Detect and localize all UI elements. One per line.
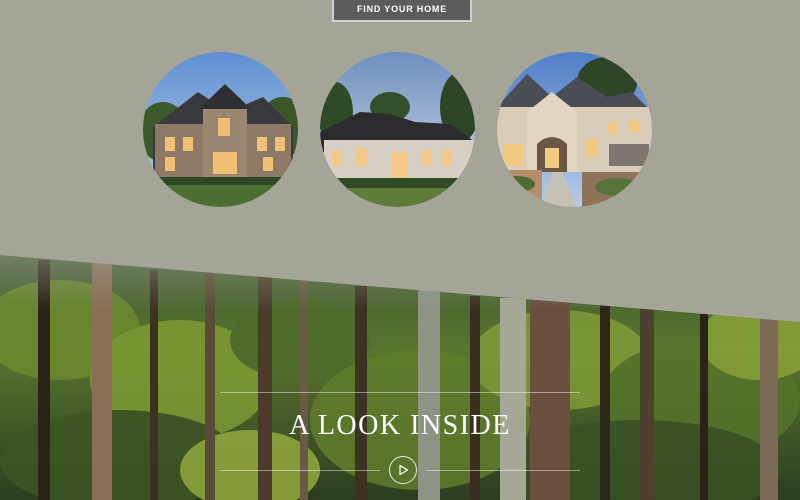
play-button[interactable] xyxy=(389,456,417,484)
home-photo-cream[interactable] xyxy=(497,52,652,207)
title-top-rule xyxy=(220,392,580,393)
home-photo-stucco[interactable] xyxy=(320,52,475,207)
find-your-home-button[interactable]: FIND YOUR HOME xyxy=(332,0,472,22)
play-circle-icon xyxy=(399,464,409,476)
title-left-rule xyxy=(220,470,380,471)
home-photo-stone[interactable] xyxy=(143,52,298,207)
section-title: A LOOK INSIDE xyxy=(289,410,511,441)
home-gallery xyxy=(143,52,652,207)
title-right-rule xyxy=(426,470,580,471)
